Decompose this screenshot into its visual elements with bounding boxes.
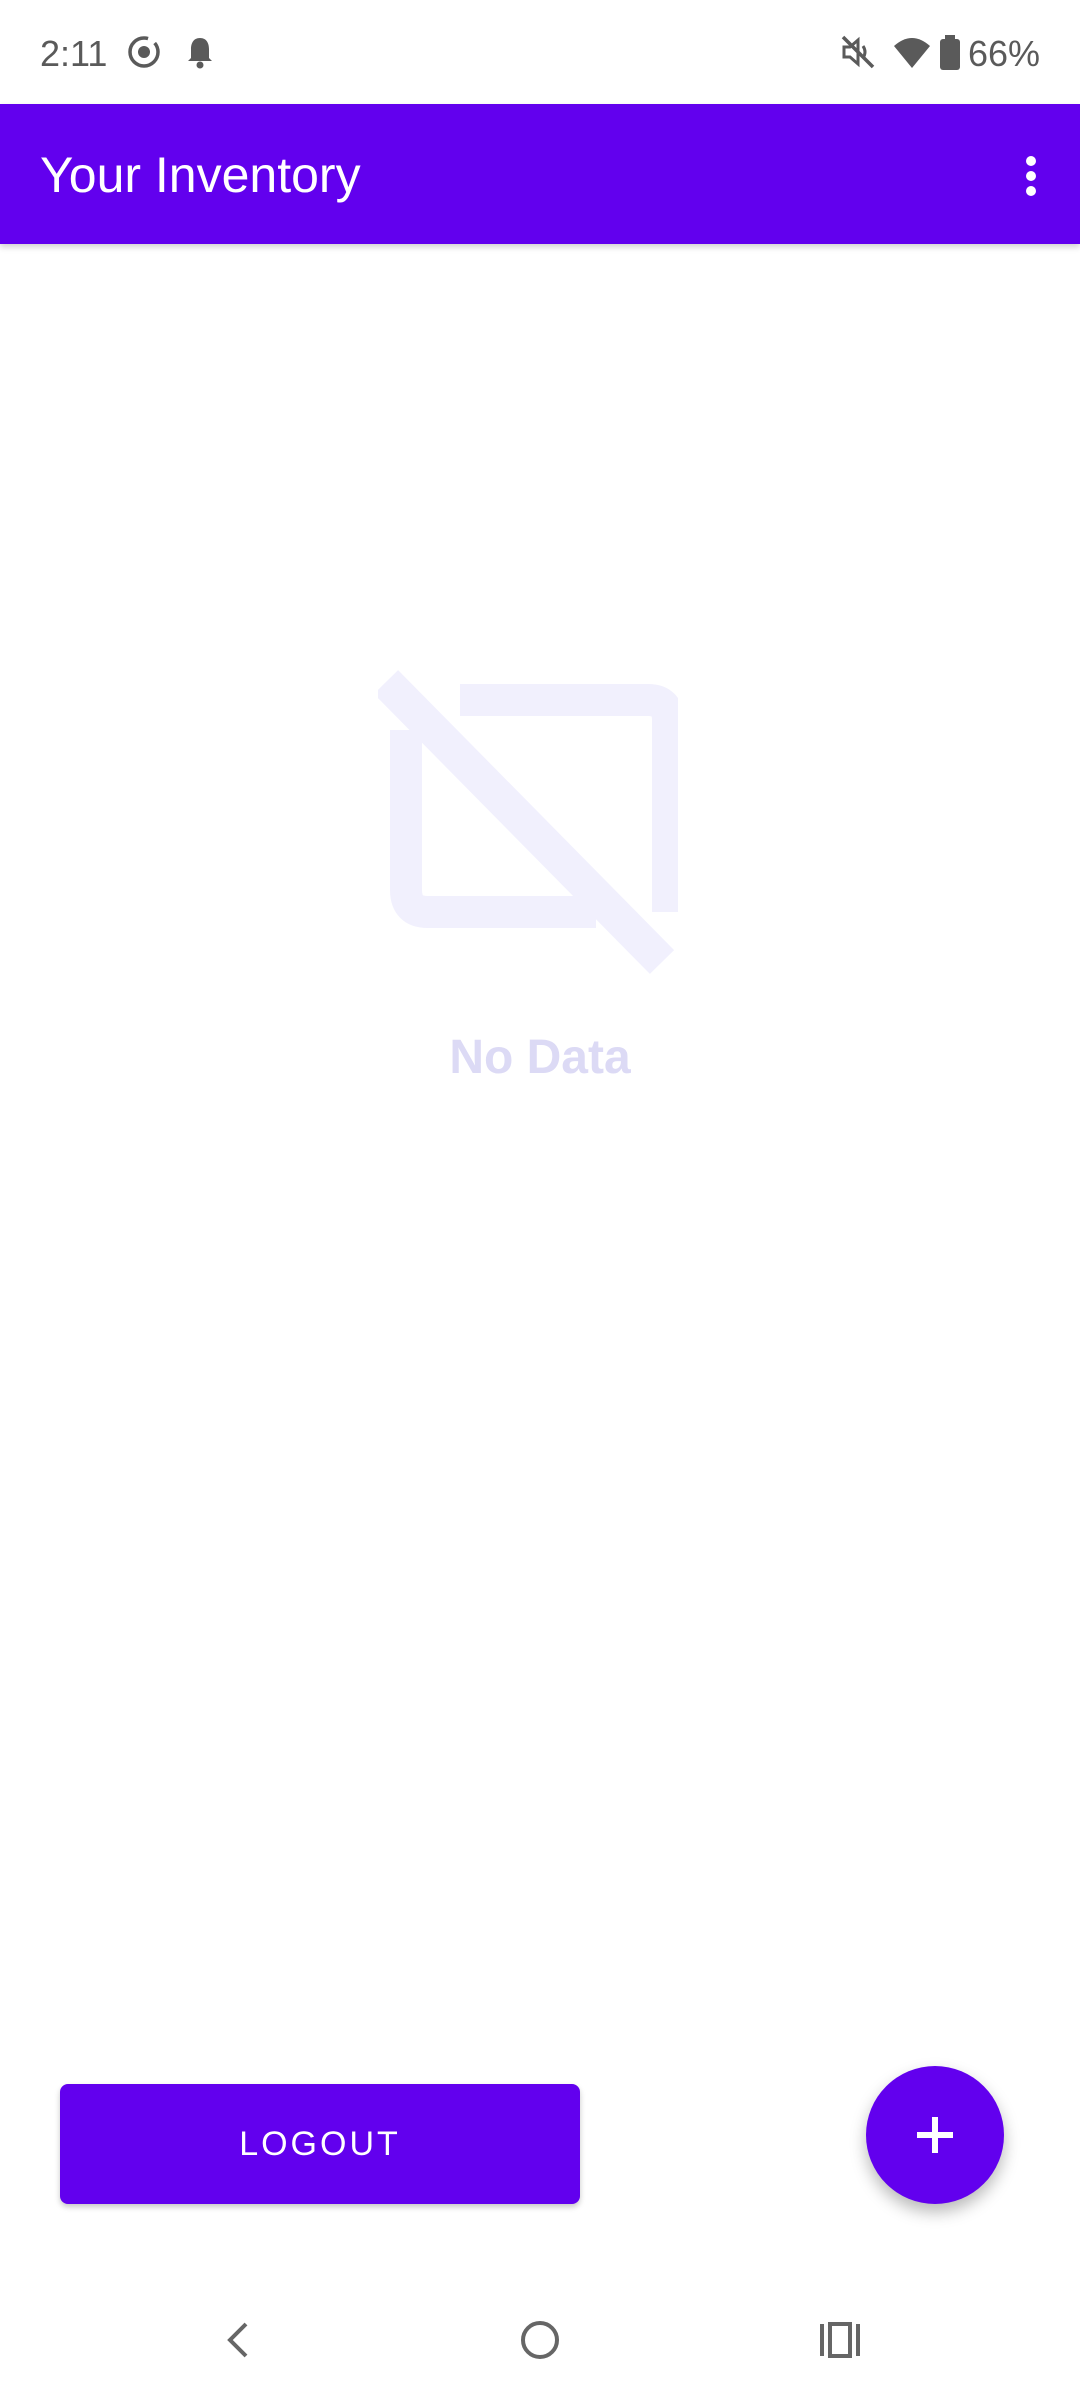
vibrate-mute-icon	[838, 32, 878, 72]
page-title: Your Inventory	[40, 147, 361, 203]
home-icon[interactable]	[510, 2310, 570, 2370]
status-bar: 2:11 66%	[0, 0, 1080, 104]
empty-state-label: No Data	[449, 1031, 631, 1084]
system-nav-bar	[0, 2280, 1080, 2400]
add-icon	[917, 2117, 953, 2153]
add-button[interactable]	[866, 2066, 1004, 2204]
screen-record-icon	[124, 32, 164, 72]
notification-bell-icon	[180, 32, 220, 72]
screen: 2:11 66% Your Inventory No Data LOGOUT	[0, 0, 1080, 2400]
app-bar: Your Inventory	[0, 104, 1080, 244]
logout-button[interactable]: LOGOUT	[60, 2084, 580, 2204]
back-icon[interactable]	[210, 2310, 270, 2370]
empty-state: No Data	[0, 660, 1080, 1100]
wifi-icon	[892, 32, 932, 72]
status-time: 2:11	[40, 33, 108, 74]
battery-icon	[936, 32, 964, 72]
more-vert-icon[interactable]	[1010, 144, 1050, 206]
battery-percent: 66%	[967, 33, 1040, 74]
recents-icon[interactable]	[810, 2310, 870, 2370]
no-image-icon	[373, 670, 684, 980]
